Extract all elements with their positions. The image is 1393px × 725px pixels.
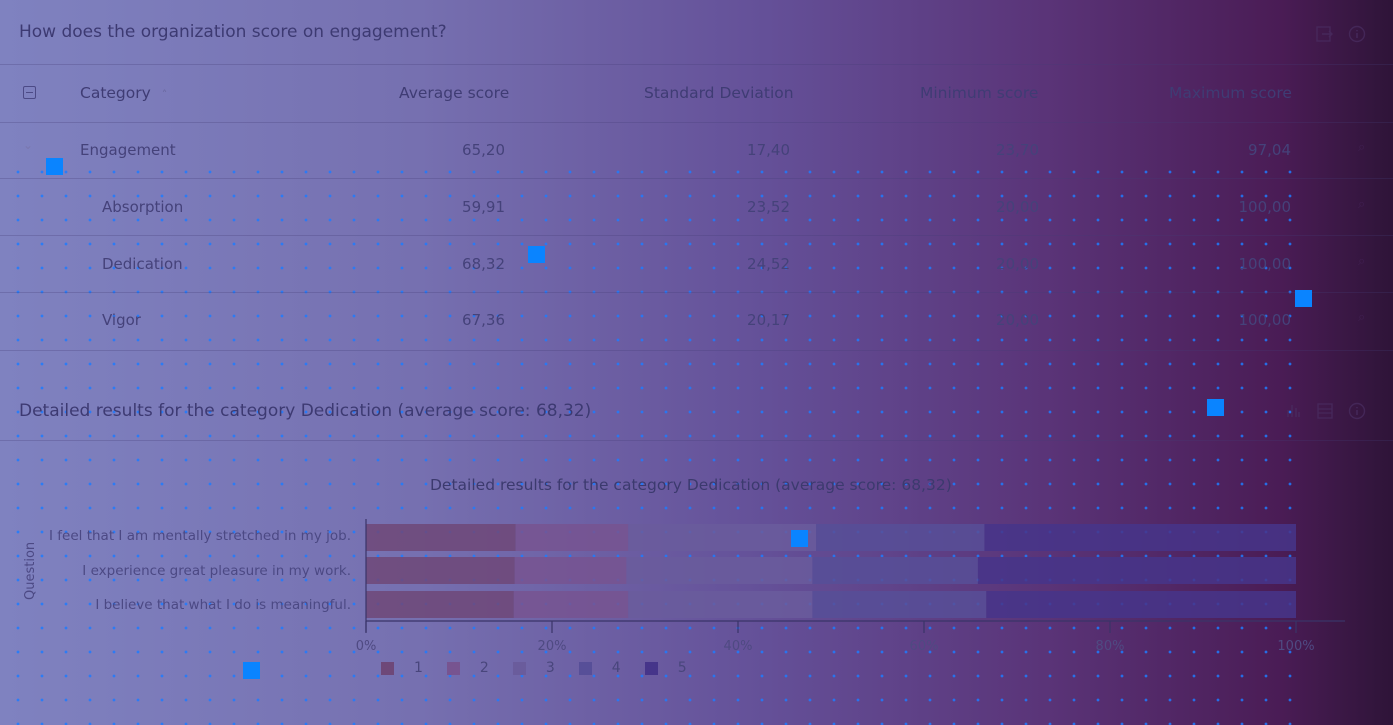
legend-label: 2 <box>479 660 489 676</box>
overlay-marker <box>1295 290 1312 307</box>
bar-segment-3[interactable] <box>628 524 817 551</box>
legend-swatch <box>512 661 526 675</box>
overlay-marker <box>528 246 545 263</box>
x-tick-label: 100% <box>1277 639 1314 654</box>
bar-segment-5[interactable] <box>986 591 1296 618</box>
x-tick-label: 0% <box>356 639 377 654</box>
legend-label: 5 <box>677 660 687 676</box>
bar-segment-4[interactable] <box>812 591 987 618</box>
overlay-marker <box>1207 399 1224 416</box>
legend-label: 3 <box>545 660 555 676</box>
x-tick-label: 60% <box>910 639 939 654</box>
legend-label: 1 <box>414 660 423 676</box>
legend-swatch <box>644 661 658 675</box>
bar-segment-3[interactable] <box>626 557 813 584</box>
bar-segment-5[interactable] <box>977 557 1296 584</box>
bar-segment-4[interactable] <box>812 557 978 584</box>
bar-segment-1[interactable] <box>366 557 515 584</box>
bar-segment-1[interactable] <box>366 591 514 618</box>
legend-swatch <box>446 661 460 675</box>
legend-item[interactable]: 1 <box>381 660 423 676</box>
bar-segment-2[interactable] <box>514 557 627 584</box>
legend-swatch <box>578 661 592 675</box>
stacked-bar-chart: 0% 20% 40% 60% 80% 100% <box>356 519 1345 654</box>
x-tick-label: 80% <box>1096 639 1125 654</box>
legend-swatch <box>381 661 394 675</box>
overlay-marker <box>791 530 808 547</box>
chart-legend: 1 2 3 4 5 <box>381 660 711 676</box>
bar-segment-2[interactable] <box>515 524 629 551</box>
legend-item[interactable]: 5 <box>644 660 687 676</box>
bar-segment-1[interactable] <box>366 524 516 551</box>
legend-item[interactable]: 2 <box>446 660 489 676</box>
legend-item[interactable]: 3 <box>512 660 555 676</box>
x-tick-label: 20% <box>538 639 567 654</box>
legend-label: 4 <box>611 660 621 676</box>
legend-item[interactable]: 4 <box>578 660 621 676</box>
x-tick-label: 40% <box>724 639 753 654</box>
bar-segment-2[interactable] <box>513 591 629 618</box>
bar-segment-5[interactable] <box>984 524 1296 551</box>
overlay-marker <box>46 158 63 175</box>
bar-segment-3[interactable] <box>628 591 813 618</box>
overlay-marker <box>243 662 260 679</box>
bar-segment-4[interactable] <box>816 524 985 551</box>
